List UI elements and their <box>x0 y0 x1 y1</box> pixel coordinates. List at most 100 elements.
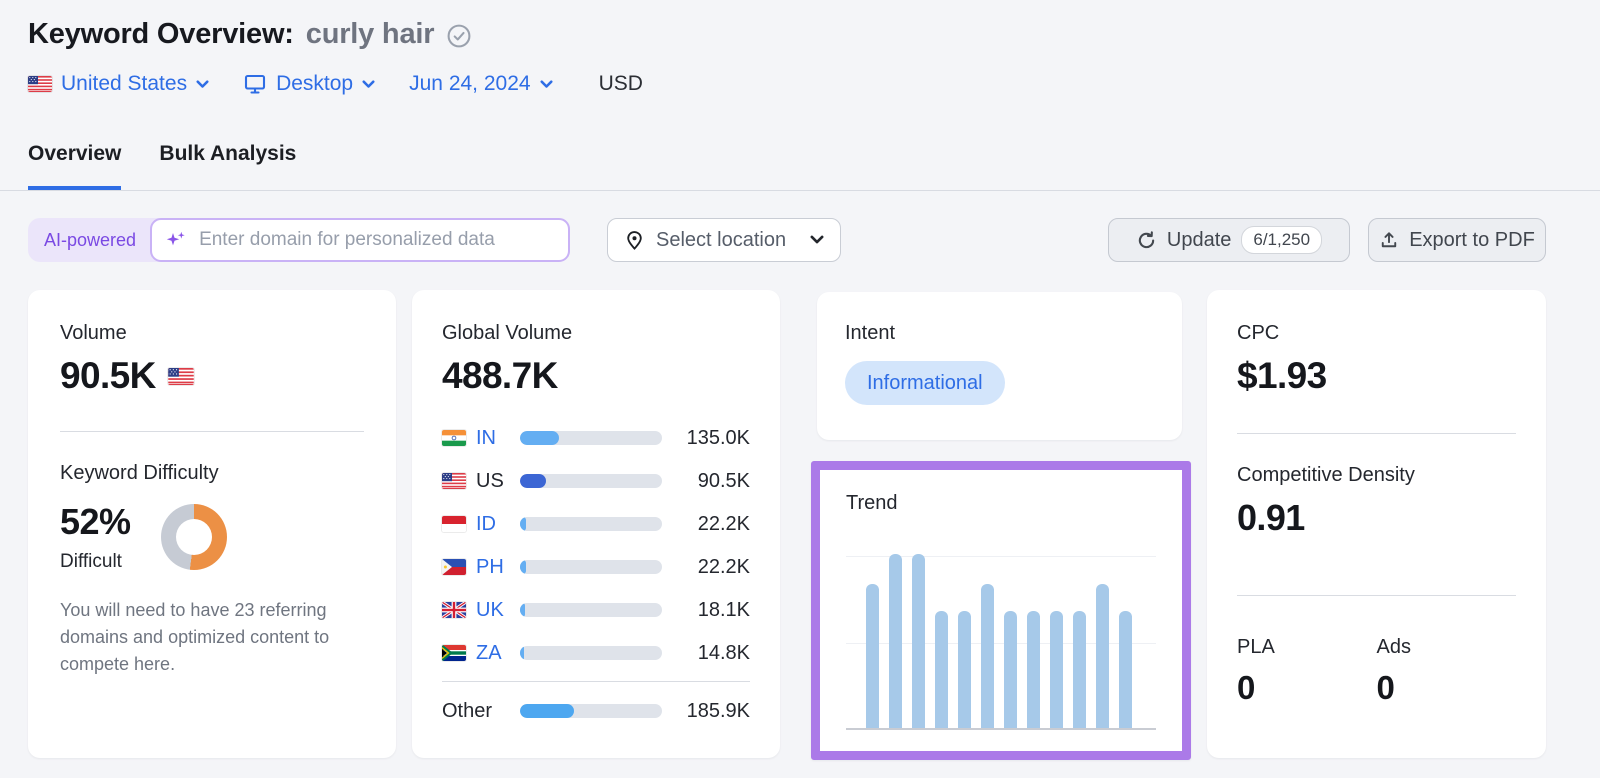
device-filter-label: Desktop <box>276 72 353 96</box>
us-flag-icon <box>28 76 52 92</box>
pla-value: 0 <box>1237 669 1377 707</box>
global-volume-card: Global Volume 488.7K IN135.0KUS90.5KID22… <box>412 290 780 758</box>
keyword-difficulty-note: You will need to have 23 referring domai… <box>60 597 364 678</box>
date-filter[interactable]: Jun 24, 2024 <box>409 72 552 96</box>
ads-block: Ads 0 <box>1377 636 1517 707</box>
volume-bar <box>520 431 662 445</box>
volume-card: Volume 90.5K Keyword Difficulty 52% Diff… <box>28 290 396 758</box>
uk-flag-icon <box>442 602 466 618</box>
volume-value[interactable]: 22.2K <box>674 556 750 579</box>
update-count-badge: 6/1,250 <box>1241 226 1322 254</box>
device-filter[interactable]: Desktop <box>243 72 375 96</box>
volume-bar <box>520 646 662 660</box>
keyword-difficulty-row: 52% Difficult <box>60 501 364 573</box>
trend-bar-9 <box>1050 611 1063 728</box>
intent-informational-badge[interactable]: Informational <box>845 361 1005 405</box>
currency-label: USD <box>599 72 643 96</box>
volume-bar <box>520 704 662 718</box>
ai-powered-badge: AI-powered <box>28 230 150 251</box>
country-code-link: US <box>476 470 520 493</box>
volume-value: 90.5K <box>60 355 156 397</box>
country-filter[interactable]: United States <box>28 72 209 96</box>
export-button-label: Export to PDF <box>1409 229 1535 252</box>
pla-block: PLA 0 <box>1237 636 1377 707</box>
tab-overview[interactable]: Overview <box>28 142 121 190</box>
refresh-icon <box>1136 230 1157 251</box>
card-divider <box>1237 433 1516 434</box>
check-circle-icon <box>446 23 472 49</box>
global-volume-row-uk: UK 18.1K <box>442 595 750 625</box>
sparkles-icon <box>165 229 187 251</box>
global-volume-row-in: IN 135.0K <box>442 423 750 453</box>
export-icon <box>1379 230 1399 250</box>
ai-domain-widget: AI-powered <box>28 218 570 262</box>
country-code-link[interactable]: UK <box>476 599 520 622</box>
country-code-link[interactable]: IN <box>476 427 520 450</box>
trend-bar-11 <box>1096 584 1109 728</box>
other-label: Other <box>442 700 520 723</box>
update-button[interactable]: Update 6/1,250 <box>1108 218 1350 262</box>
volume-value[interactable]: 22.2K <box>674 513 750 536</box>
tab-bulk-analysis[interactable]: Bulk Analysis <box>159 142 296 190</box>
country-filter-label: United States <box>61 72 187 96</box>
desktop-icon <box>243 72 267 96</box>
keyword-difficulty-level: Difficult <box>60 551 131 573</box>
export-to-pdf-button[interactable]: Export to PDF <box>1368 218 1546 262</box>
volume-label: Volume <box>60 322 364 345</box>
volume-value[interactable]: 14.8K <box>674 642 750 665</box>
global-volume-row-id: ID 22.2K <box>442 509 750 539</box>
filter-bar: United States Desktop Jun 24, 2024 USD <box>28 72 643 96</box>
pla-ads-row: PLA 0 Ads 0 <box>1237 636 1516 707</box>
global-volume-value: 488.7K <box>442 355 750 397</box>
competitive-density-value: 0.91 <box>1237 497 1516 539</box>
select-location-dropdown[interactable]: Select location <box>607 218 841 262</box>
page-title: Keyword Overview: curly hair <box>28 18 472 51</box>
global-volume-country-list: IN 135.0K US 90.5K ID 22.2K PH 22.2K UK 18.1K ZA 14… <box>442 423 750 668</box>
card-divider <box>60 431 364 432</box>
chevron-down-icon <box>196 80 209 89</box>
volume-bar <box>520 603 662 617</box>
chevron-down-icon <box>810 235 824 245</box>
trend-bar-10 <box>1073 611 1086 728</box>
trend-bar-12 <box>1119 611 1132 728</box>
ads-label: Ads <box>1377 636 1517 659</box>
volume-value[interactable]: 135.0K <box>674 427 750 450</box>
chevron-down-icon <box>540 80 553 89</box>
trend-bar-7 <box>1004 611 1017 728</box>
page-title-label: Keyword Overview: <box>28 18 294 51</box>
intent-card: Intent Informational <box>817 292 1182 440</box>
country-code-link[interactable]: PH <box>476 556 520 579</box>
competitive-density-label: Competitive Density <box>1237 464 1516 487</box>
global-volume-row-za: ZA 14.8K <box>442 638 750 668</box>
volume-value: 90.5K <box>674 470 750 493</box>
trend-bars <box>866 554 1132 728</box>
domain-input-box <box>150 218 570 262</box>
in-flag-icon <box>442 430 466 446</box>
location-pin-icon <box>624 230 645 251</box>
trend-bar-chart <box>846 545 1156 730</box>
trend-bar-2 <box>889 554 902 728</box>
page-title-keyword: curly hair <box>306 18 435 51</box>
trend-bar-3 <box>912 554 925 728</box>
trend-card-highlighted: Trend <box>811 461 1191 760</box>
country-code-link[interactable]: ZA <box>476 642 520 665</box>
country-code-link[interactable]: ID <box>476 513 520 536</box>
domain-input[interactable] <box>197 228 555 252</box>
za-flag-icon <box>442 645 466 661</box>
intent-label: Intent <box>845 322 1154 345</box>
volume-value: 185.9K <box>674 700 750 723</box>
trend-bar-1 <box>866 584 879 728</box>
volume-bar <box>520 474 662 488</box>
cpc-value: $1.93 <box>1237 355 1516 397</box>
keyword-difficulty-value: 52% <box>60 501 131 543</box>
chevron-down-icon <box>362 80 375 89</box>
date-filter-label: Jun 24, 2024 <box>409 72 530 96</box>
volume-value-row: 90.5K <box>60 355 364 397</box>
trend-bar-5 <box>958 611 971 728</box>
keyword-difficulty-text: 52% Difficult <box>60 501 131 573</box>
keyword-difficulty-donut-chart <box>161 504 227 570</box>
trend-bar-6 <box>981 584 994 728</box>
trend-bar-8 <box>1027 611 1040 728</box>
volume-value[interactable]: 18.1K <box>674 599 750 622</box>
keyword-difficulty-label: Keyword Difficulty <box>60 462 364 485</box>
